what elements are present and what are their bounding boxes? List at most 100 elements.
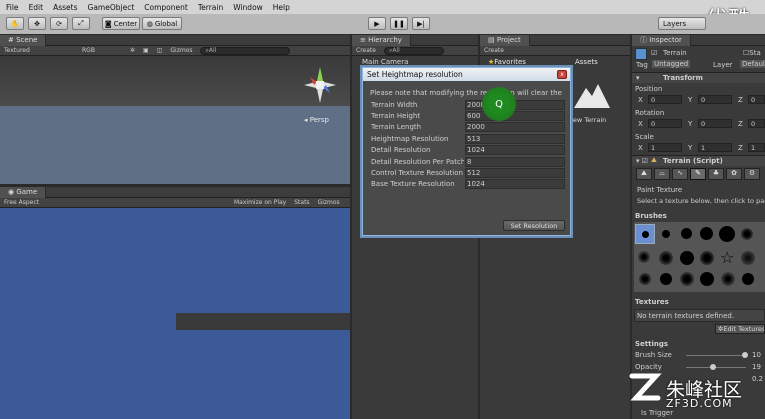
paint-texture-tool[interactable]: ✎	[690, 168, 706, 180]
scale-x-field[interactable]: 1	[648, 143, 682, 152]
position-y-field[interactable]: 0	[698, 95, 732, 104]
brush-icon[interactable]	[660, 273, 672, 285]
brush-icon[interactable]	[721, 272, 735, 286]
project-create-dropdown[interactable]: Create	[484, 47, 504, 54]
brush-size-slider[interactable]	[686, 355, 746, 356]
menu-assets[interactable]: Assets	[53, 3, 77, 12]
image-toggle-icon[interactable]: ▣	[143, 47, 149, 54]
rotate-tool-button[interactable]: ⟳	[50, 17, 68, 30]
shading-dropdown[interactable]: Textured	[4, 47, 74, 54]
layers-dropdown[interactable]: Layers	[658, 17, 706, 30]
place-trees-tool[interactable]: ♣	[708, 168, 724, 180]
scale-tool-button[interactable]: ⤢	[72, 17, 90, 30]
lighting-toggle-icon[interactable]: ✲	[130, 47, 135, 54]
tab-inspector[interactable]: ⓘ Inspector	[632, 34, 691, 46]
brush-icon[interactable]	[700, 227, 713, 240]
brush-size-slider-thumb[interactable]	[742, 352, 748, 358]
maximize-on-play-toggle[interactable]: Maximize on Play	[234, 199, 286, 206]
terrain-height-field[interactable]: 600	[465, 111, 565, 121]
paint-details-tool[interactable]: ✿	[726, 168, 742, 180]
opacity-value[interactable]: 19	[752, 363, 761, 371]
position-x-field[interactable]: 0	[648, 95, 682, 104]
favorites-header[interactable]: ★Favorites	[488, 58, 526, 66]
static-checkbox[interactable]: ☐Sta	[743, 49, 761, 57]
tab-scene[interactable]: # Scene	[0, 34, 47, 46]
brush-icon[interactable]	[659, 251, 673, 265]
menu-edit[interactable]: Edit	[29, 3, 44, 12]
smooth-height-tool[interactable]: ∿	[672, 168, 688, 180]
scene-viewport[interactable]	[0, 106, 350, 184]
audio-toggle-icon[interactable]: ◫	[157, 47, 163, 54]
edit-textures-button[interactable]: ✲Edit Textures	[715, 324, 765, 334]
raise-terrain-tool[interactable]: ⛰	[636, 168, 652, 180]
tab-game[interactable]: ◉ Game	[0, 186, 47, 198]
brush-size-value[interactable]: 10	[752, 351, 761, 359]
terrain-length-field[interactable]: 2000	[465, 122, 565, 132]
pivot-center-button[interactable]: ◙ Center	[102, 17, 140, 30]
base-texture-field[interactable]: 1024	[465, 179, 565, 189]
menu-gameobject[interactable]: GameObject	[88, 3, 135, 12]
scale-y-field[interactable]: 1	[698, 143, 732, 152]
scene-gizmos-dropdown[interactable]: Gizmos	[170, 47, 192, 54]
dialog-title-bar[interactable]: Set Heightmap resolution x	[363, 68, 570, 81]
control-texture-field[interactable]: 512	[465, 168, 565, 178]
active-checkbox[interactable]: ☑	[651, 49, 657, 57]
set-resolution-button[interactable]: Set Resolution	[503, 220, 565, 231]
brush-icon[interactable]	[741, 228, 753, 240]
hierarchy-create-dropdown[interactable]: Create	[356, 47, 376, 54]
transform-foldout-icon[interactable]: ▾	[636, 74, 640, 82]
tag-dropdown[interactable]: Untagged	[652, 60, 691, 68]
global-local-button[interactable]: ◍ Global	[142, 17, 182, 30]
terrain-foldout-icon[interactable]: ▾ ☑	[636, 157, 648, 165]
detail-per-patch-field[interactable]: 8	[465, 157, 565, 167]
brush-selected[interactable]	[635, 224, 655, 244]
menu-help[interactable]: Help	[273, 3, 290, 12]
brush-icon[interactable]	[680, 272, 694, 286]
hierarchy-search-input[interactable]: ⌕ All	[383, 46, 444, 55]
brush-icon[interactable]	[741, 251, 755, 265]
brush-icon[interactable]	[639, 273, 651, 285]
detail-resolution-field[interactable]: 1024	[465, 145, 565, 155]
hand-tool-button[interactable]: ✋	[6, 17, 24, 30]
step-button[interactable]: ▶|	[412, 17, 430, 30]
close-button[interactable]: x	[557, 70, 567, 79]
brush-icon[interactable]	[680, 251, 694, 265]
tab-project[interactable]: ▤ Project	[480, 34, 530, 46]
menu-component[interactable]: Component	[144, 3, 188, 12]
brush-icon[interactable]	[700, 272, 714, 286]
terrain-asset-icon[interactable]	[574, 80, 610, 110]
brush-icon[interactable]	[742, 273, 754, 285]
stats-toggle[interactable]: Stats	[294, 199, 309, 206]
rotation-y-field[interactable]: 0	[698, 119, 732, 128]
terrain-asset-label[interactable]: New Terrain	[568, 116, 606, 124]
scale-z-field[interactable]: 1	[748, 143, 765, 152]
render-mode-dropdown[interactable]: RGB	[82, 47, 122, 54]
game-gizmos-toggle[interactable]: Gizmos	[318, 199, 340, 206]
opacity-slider-thumb[interactable]	[710, 364, 716, 370]
opacity-slider[interactable]	[686, 367, 746, 368]
menu-terrain[interactable]: Terrain	[198, 3, 223, 12]
heightmap-resolution-field[interactable]: 513	[465, 134, 565, 144]
target-strength-value[interactable]: 0.2	[752, 375, 763, 383]
scene-orientation-gizmo[interactable]	[300, 63, 340, 108]
brush-icon[interactable]	[681, 228, 692, 239]
play-button[interactable]: ▶	[368, 17, 386, 30]
terrain-settings-tool[interactable]: ⚙	[744, 168, 760, 180]
star-brush-icon[interactable]: ☆	[720, 248, 734, 267]
menu-file[interactable]: File	[6, 3, 19, 12]
move-tool-button[interactable]: ✥	[28, 17, 46, 30]
scene-search-input[interactable]: ⌕ All	[200, 46, 291, 55]
object-name-field[interactable]: Terrain	[663, 49, 687, 57]
brush-icon[interactable]	[638, 251, 650, 263]
assets-breadcrumb[interactable]: Assets	[575, 58, 598, 66]
hierarchy-item[interactable]: Main Camera	[362, 58, 408, 66]
set-height-tool[interactable]: ⌓	[654, 168, 670, 180]
position-z-field[interactable]: 0	[748, 95, 765, 104]
pause-button[interactable]: ❚❚	[390, 17, 408, 30]
rotation-x-field[interactable]: 0	[648, 119, 682, 128]
brush-icon[interactable]	[700, 251, 714, 265]
persp-label[interactable]: ◂ Persp	[304, 116, 329, 124]
brush-icon[interactable]	[719, 226, 735, 242]
aspect-dropdown[interactable]: Free Aspect	[4, 199, 226, 206]
brush-icon[interactable]	[662, 230, 670, 238]
